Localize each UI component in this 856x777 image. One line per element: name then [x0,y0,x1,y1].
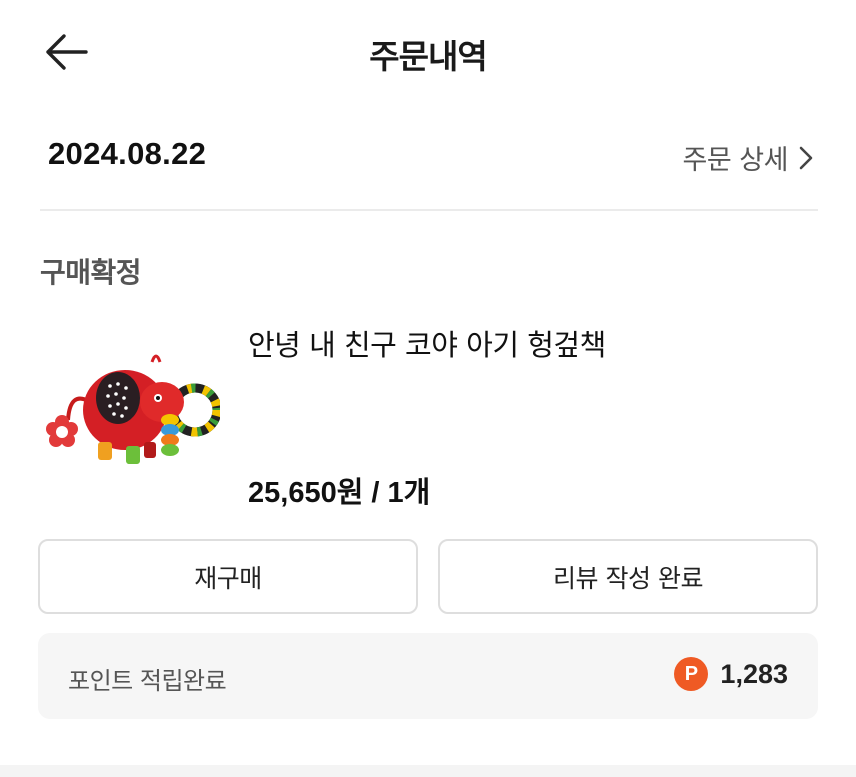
points-icon: P [674,657,709,691]
order-status: 구매확정 [40,256,142,289]
header: 주문내역 [0,0,856,105]
order-detail-link[interactable]: 주문 상세 [683,138,814,177]
rebuy-button[interactable]: 재구매 [38,539,418,614]
points-label: 포인트 적립완료 [68,667,227,695]
section-separator [0,765,856,777]
order-date-row: 2024.08.22 주문 상세 [40,128,818,188]
divider [40,209,818,211]
product-image[interactable] [40,340,222,490]
page-title: 주문내역 [369,37,487,76]
points-value-group: P 1,283 [674,657,788,691]
order-date: 2024.08.22 [48,136,207,171]
points-bar: 포인트 적립완료 P 1,283 [38,633,818,719]
order-detail-label: 주문 상세 [682,145,789,176]
chevron-right-icon [799,146,813,169]
points-value: 1,283 [720,658,788,689]
product-price: 25,650원 / 1개 [248,477,431,509]
product-name[interactable]: 안녕 내 친구 코야 아기 헝겊책 [248,322,606,364]
red-elephant-toy-image [46,354,222,464]
order-history-page: 주문내역 2024.08.22 주문 상세 구매확정 안녕 내 친구 코야 아기… [0,0,856,777]
review-complete-button[interactable]: 리뷰 작성 완료 [438,539,818,614]
